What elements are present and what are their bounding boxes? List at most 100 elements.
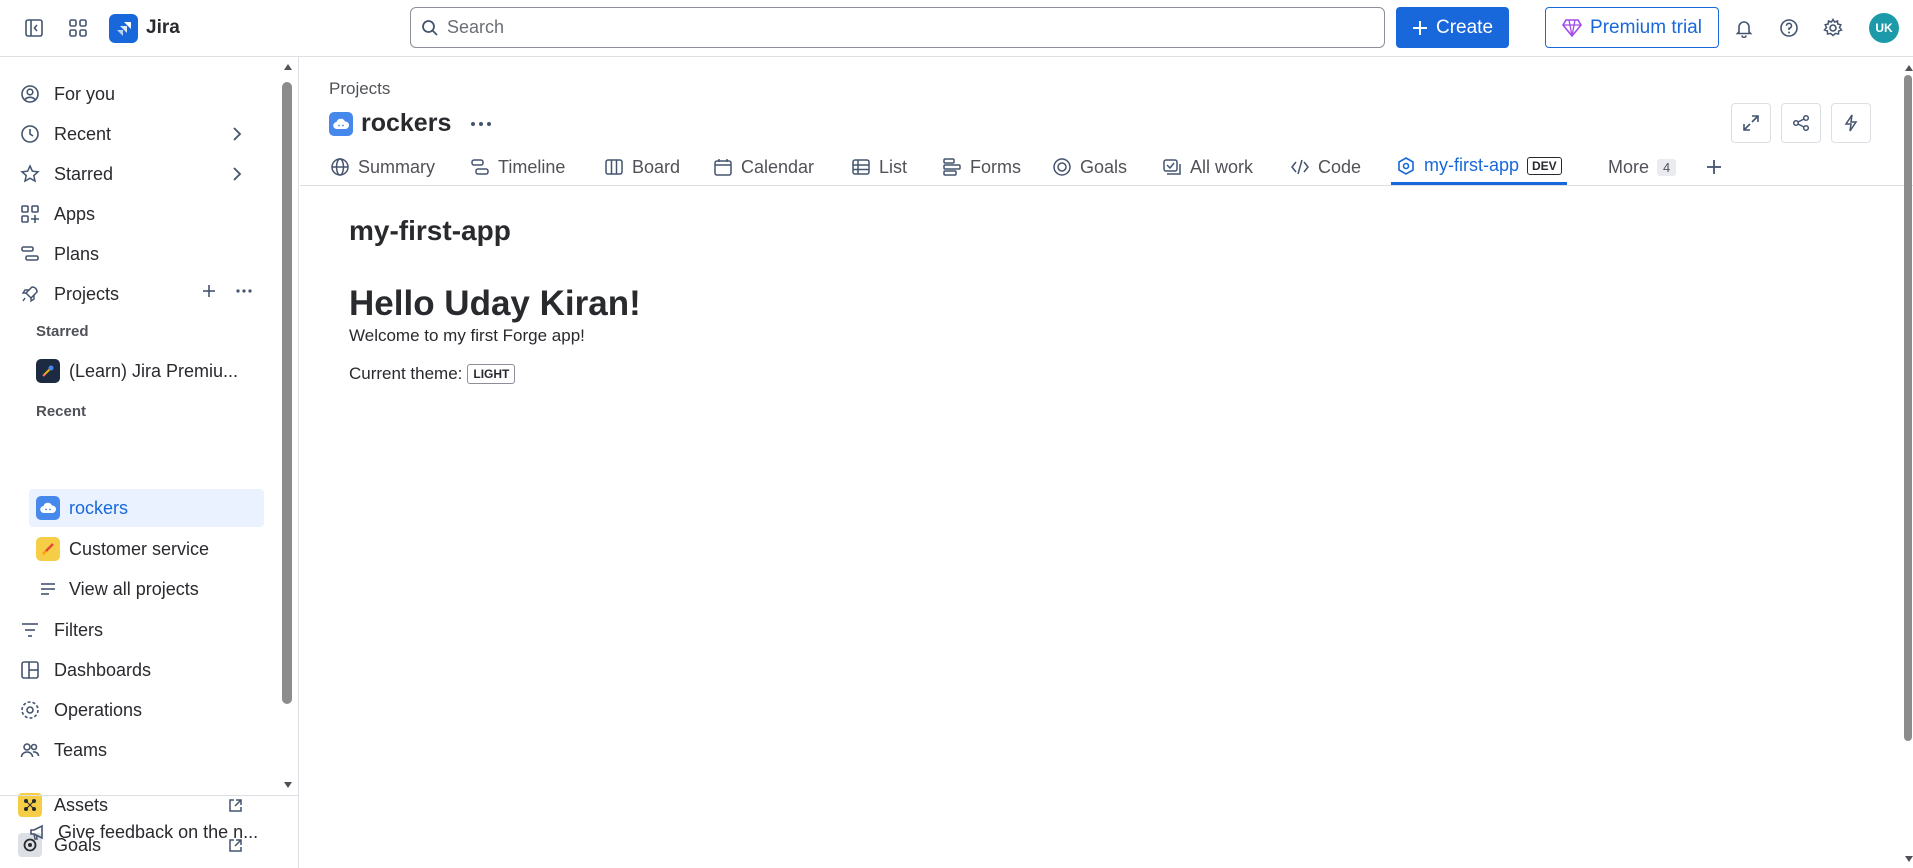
tab-list[interactable]: List (851, 149, 907, 185)
sidebar-project-rockers[interactable]: rockers (29, 489, 264, 527)
app-name[interactable]: Jira (146, 17, 180, 39)
tab-forms[interactable]: Forms (942, 149, 1021, 185)
sidebar-project-learn-jira[interactable]: (Learn) Jira Premiu... (29, 352, 264, 390)
sidebar-item-operations[interactable]: Operations (18, 692, 263, 728)
sidebar-item-apps[interactable]: Apps (18, 196, 263, 232)
tab-label: Board (632, 156, 681, 177)
clock-icon (18, 122, 42, 146)
view-all-projects-link[interactable]: View all projects (29, 570, 264, 608)
sidebar-item-teams[interactable]: Teams (18, 732, 263, 768)
user-avatar[interactable]: UK (1869, 13, 1899, 43)
sidebar-item-projects[interactable]: Projects (18, 276, 263, 312)
sidebar-item-label: Apps (54, 203, 96, 224)
tab-label: Forms (970, 156, 1021, 177)
apps-icon (18, 202, 42, 226)
project-label: rockers (69, 497, 129, 518)
diamond-icon (1562, 18, 1583, 37)
sidebar-item-for-you[interactable]: For you (18, 76, 263, 112)
operations-icon (18, 698, 42, 722)
globe-icon (330, 157, 350, 177)
theme-label: Current theme: (349, 364, 463, 383)
sidebar-scrollbar[interactable] (282, 82, 292, 704)
add-project-plus-icon[interactable] (201, 283, 217, 299)
tab-board[interactable]: Board (604, 149, 680, 185)
app-title: my-first-app (349, 215, 511, 246)
star-icon (18, 162, 42, 186)
recent-heading: Recent (36, 403, 87, 420)
add-tab-plus-icon[interactable] (1705, 149, 1723, 185)
premium-trial-button[interactable]: Premium trial (1545, 7, 1719, 48)
plans-icon (18, 242, 42, 266)
sidebar-item-filters[interactable]: Filters (18, 612, 263, 648)
tab-code[interactable]: Code (1290, 149, 1361, 185)
help-icon[interactable] (1773, 12, 1805, 44)
tab-my-first-app[interactable]: my-first-app DEV (1391, 149, 1567, 185)
goal-icon (1052, 157, 1072, 177)
cloud-project-icon (36, 496, 60, 520)
tab-label: List (879, 156, 908, 177)
tab-label: my-first-app (1424, 155, 1520, 175)
give-feedback-button[interactable]: Give feedback on the n... (0, 795, 298, 868)
fullscreen-expand-icon[interactable] (1731, 103, 1771, 143)
scroll-up-arrow-icon[interactable] (283, 63, 293, 71)
scroll-up-arrow-icon[interactable] (1904, 64, 1913, 72)
main-scrollbar[interactable] (1904, 75, 1912, 741)
sidebar-item-label: Starred (54, 163, 114, 184)
rocket-icon (18, 282, 42, 306)
sidebar-item-label: Filters (54, 619, 103, 640)
sidebar-item-plans[interactable]: Plans (18, 236, 263, 272)
sidebar-toggle-icon[interactable] (18, 12, 50, 44)
more-options-icon[interactable] (469, 116, 493, 132)
app-switcher-icon[interactable] (62, 12, 94, 44)
tab-goals[interactable]: Goals (1052, 149, 1127, 185)
rocket-project-icon (36, 359, 60, 383)
sidebar-item-recent[interactable]: Recent (18, 116, 263, 152)
sidebar-project-customer-service[interactable]: Customer service (29, 530, 264, 568)
search-placeholder: Search (447, 17, 505, 37)
more-count-badge: 4 (1657, 158, 1677, 176)
customer-service-icon (36, 537, 60, 561)
tab-calendar[interactable]: Calendar (713, 149, 814, 185)
dev-badge: DEV (1527, 156, 1562, 175)
filter-icon (18, 618, 42, 642)
automation-lightning-icon[interactable] (1831, 103, 1871, 143)
board-icon (604, 157, 624, 177)
chevron-right-icon[interactable] (231, 167, 243, 181)
top-navigation: Jira Search Create Premium trial UK (0, 0, 1913, 57)
tab-label: Goals (1080, 156, 1128, 177)
sidebar-item-label: For you (54, 83, 116, 104)
tab-summary[interactable]: Summary (330, 149, 435, 185)
tab-timeline[interactable]: Timeline (470, 149, 565, 185)
project-header: rockers (329, 109, 493, 138)
main-content: Projects rockers Summary Timeline Board … (300, 57, 1913, 868)
scroll-down-arrow-icon[interactable] (1904, 855, 1913, 863)
chevron-right-icon[interactable] (231, 127, 243, 141)
sidebar-item-dashboards[interactable]: Dashboards (18, 652, 263, 688)
sidebar-item-label: Teams (54, 739, 108, 760)
sidebar-item-label: Dashboards (54, 659, 152, 680)
jira-logo-icon[interactable] (109, 14, 138, 43)
page-title: rockers (361, 109, 452, 137)
breadcrumb[interactable]: Projects (329, 79, 390, 99)
sidebar: For you Recent Starred Apps Plans Projec… (0, 57, 299, 868)
tab-more[interactable]: More 4 (1608, 149, 1677, 185)
create-button[interactable]: Create (1396, 7, 1509, 48)
share-icon[interactable] (1781, 103, 1821, 143)
tab-label: Calendar (741, 156, 815, 177)
welcome-text: Welcome to my first Forge app! (349, 326, 585, 345)
notifications-bell-icon[interactable] (1728, 12, 1760, 44)
settings-gear-icon[interactable] (1817, 12, 1849, 44)
search-input[interactable]: Search (410, 7, 1385, 48)
tab-label: Code (1318, 156, 1362, 177)
tab-all-work[interactable]: All work (1162, 149, 1253, 185)
sidebar-item-starred[interactable]: Starred (18, 156, 263, 192)
scroll-down-arrow-icon[interactable] (283, 781, 293, 789)
timeline-icon (470, 157, 490, 177)
feedback-label: Give feedback on the n... (58, 821, 259, 842)
sidebar-item-label: Recent (54, 123, 112, 144)
search-icon (421, 19, 439, 37)
cloud-project-icon (329, 111, 353, 136)
project-label: Customer service (69, 538, 210, 559)
dashboard-icon (18, 658, 42, 682)
more-options-icon[interactable] (235, 283, 253, 299)
